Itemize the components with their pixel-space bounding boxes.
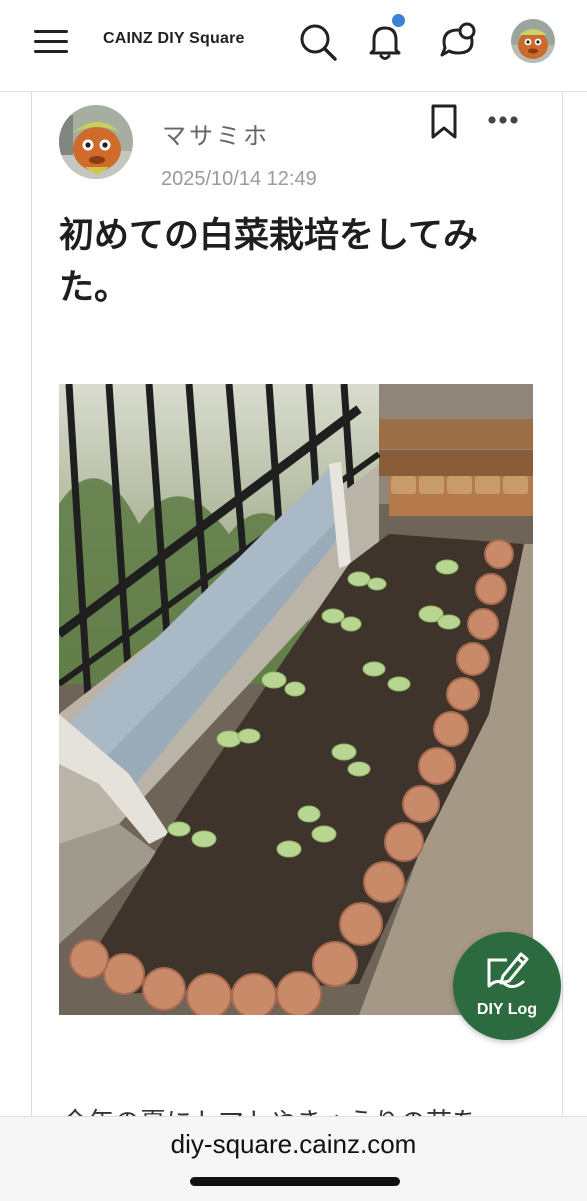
browser-address-bar[interactable]: diy-square.cainz.com xyxy=(0,1116,587,1201)
garden-bed-photo xyxy=(59,384,533,1015)
menu-icon[interactable] xyxy=(34,28,70,56)
more-options-icon[interactable] xyxy=(487,112,519,128)
post-image[interactable] xyxy=(59,384,533,1015)
author-name[interactable]: マサミホ xyxy=(162,116,270,151)
app-header: CAINZ DIY Square xyxy=(0,0,587,92)
post-title: 初めての白菜栽培をしてみた。 xyxy=(59,216,478,308)
pencil-note-icon xyxy=(487,952,529,989)
diy-log-button[interactable]: DIY Log xyxy=(453,932,561,1040)
avatar-mascot-image xyxy=(511,19,555,63)
browser-url[interactable]: diy-square.cainz.com xyxy=(0,1129,587,1160)
bookmark-icon[interactable] xyxy=(430,104,458,140)
search-icon[interactable] xyxy=(296,20,340,64)
chat-icon[interactable] xyxy=(436,20,480,64)
notifications-button[interactable] xyxy=(363,14,407,64)
author-mascot-image xyxy=(59,105,133,179)
post-date: 2025/10/14 12:49 xyxy=(161,168,317,190)
notification-badge xyxy=(392,14,405,27)
author-avatar[interactable] xyxy=(59,105,133,179)
home-indicator[interactable] xyxy=(190,1177,400,1186)
diy-log-label: DIY Log xyxy=(476,1001,538,1018)
user-avatar[interactable] xyxy=(511,19,555,63)
brand-logo[interactable]: CAINZ DIY Square xyxy=(103,30,245,48)
